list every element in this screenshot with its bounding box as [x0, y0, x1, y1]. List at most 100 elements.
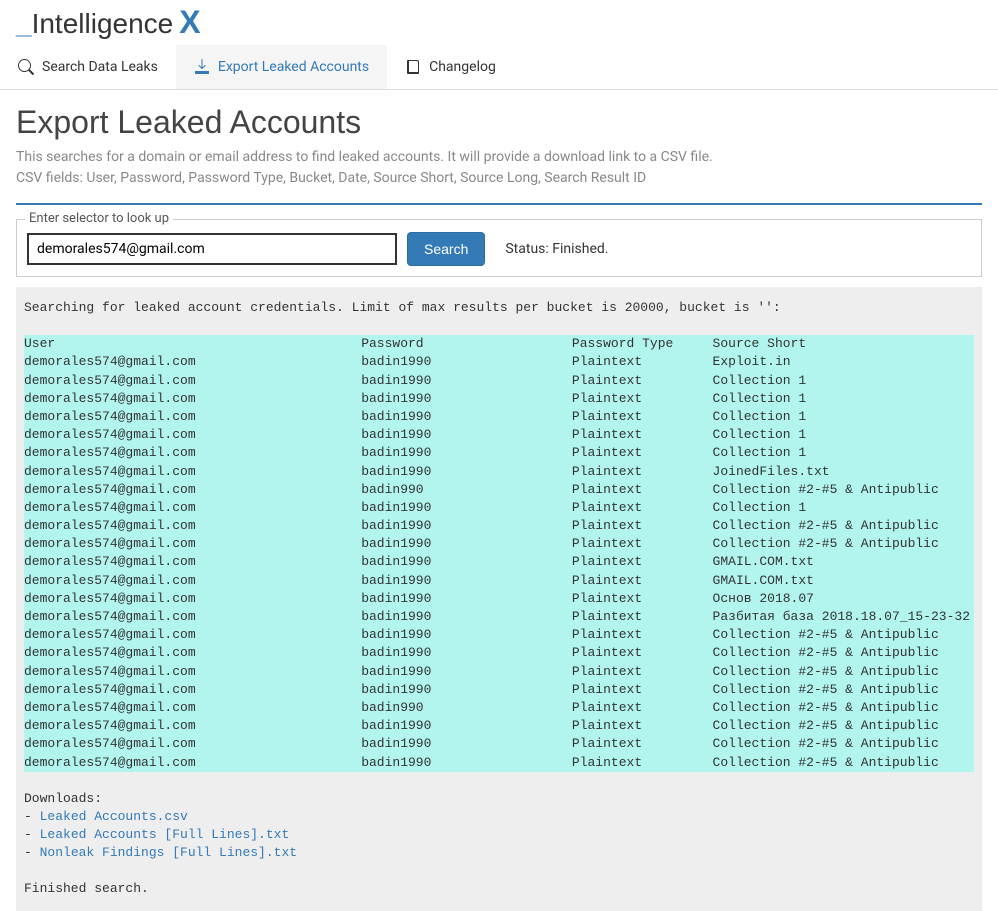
- cell-type: Plaintext: [572, 754, 713, 772]
- cell-source: GMAIL.COM.txt: [713, 572, 974, 590]
- cell-password: badin1990: [361, 735, 572, 753]
- cell-source: JoinedFiles.txt: [713, 463, 974, 481]
- table-row: demorales574@gmail.combadin1990Plaintext…: [24, 353, 974, 371]
- download-link[interactable]: Leaked Accounts.csv: [40, 809, 188, 824]
- cell-password: badin990: [361, 699, 572, 717]
- cell-source: Collection #2-#5 & Antipublic: [713, 535, 974, 553]
- cell-user: demorales574@gmail.com: [24, 717, 361, 735]
- cell-type: Plaintext: [572, 608, 713, 626]
- tab-export-leaked-accounts[interactable]: Export Leaked Accounts: [176, 45, 387, 89]
- cell-user: demorales574@gmail.com: [24, 463, 361, 481]
- cell-password: badin990: [361, 481, 572, 499]
- cell-password: badin1990: [361, 408, 572, 426]
- cell-user: demorales574@gmail.com: [24, 572, 361, 590]
- table-row: demorales574@gmail.combadin1990Plaintext…: [24, 735, 974, 753]
- cell-password: badin1990: [361, 754, 572, 772]
- cell-type: Plaintext: [572, 699, 713, 717]
- cell-source: Collection #2-#5 & Antipublic: [713, 481, 974, 499]
- tab-bar: Search Data Leaks Export Leaked Accounts…: [0, 45, 998, 90]
- cell-user: demorales574@gmail.com: [24, 481, 361, 499]
- tab-changelog[interactable]: Changelog: [387, 45, 514, 89]
- table-row: demorales574@gmail.combadin1990Plaintext…: [24, 572, 974, 590]
- cell-source: Collection #2-#5 & Antipublic: [713, 735, 974, 753]
- cell-user: demorales574@gmail.com: [24, 681, 361, 699]
- table-row: demorales574@gmail.combadin1990Plaintext…: [24, 390, 974, 408]
- cell-password: badin1990: [361, 590, 572, 608]
- tab-label: Search Data Leaks: [42, 59, 158, 75]
- logo-text: Intelligence: [32, 8, 174, 40]
- cell-user: demorales574@gmail.com: [24, 644, 361, 662]
- table-row: demorales574@gmail.combadin1990Plaintext…: [24, 626, 974, 644]
- logo[interactable]: _IntelligenceX: [16, 4, 982, 41]
- cell-source: GMAIL.COM.txt: [713, 553, 974, 571]
- cell-user: demorales574@gmail.com: [24, 517, 361, 535]
- cell-user: demorales574@gmail.com: [24, 590, 361, 608]
- search-icon: [18, 59, 34, 75]
- header-password: Password: [361, 335, 572, 353]
- cell-password: badin1990: [361, 444, 572, 462]
- cell-type: Plaintext: [572, 626, 713, 644]
- cell-type: Plaintext: [572, 499, 713, 517]
- cell-source: Collection 1: [713, 408, 974, 426]
- download-link[interactable]: Leaked Accounts [Full Lines].txt: [40, 827, 290, 842]
- page-subtitle-line2: CSV fields: User, Password, Password Typ…: [16, 168, 982, 189]
- table-row: demorales574@gmail.combadin1990Plaintext…: [24, 553, 974, 571]
- results-panel: Searching for leaked account credentials…: [16, 287, 982, 911]
- table-row: demorales574@gmail.combadin1990Plaintext…: [24, 590, 974, 608]
- cell-user: demorales574@gmail.com: [24, 444, 361, 462]
- cell-source: Exploit.in: [713, 353, 974, 371]
- cell-password: badin1990: [361, 681, 572, 699]
- logo-x: X: [179, 4, 200, 41]
- table-row: demorales574@gmail.combadin1990Plaintext…: [24, 499, 974, 517]
- search-button[interactable]: Search: [407, 232, 485, 266]
- cell-source: Collection #2-#5 & Antipublic: [713, 681, 974, 699]
- cell-password: badin1990: [361, 644, 572, 662]
- cell-source: Collection 1: [713, 444, 974, 462]
- cell-password: badin1990: [361, 717, 572, 735]
- cell-source: Collection #2-#5 & Antipublic: [713, 754, 974, 772]
- table-row: demorales574@gmail.combadin1990Plaintext…: [24, 644, 974, 662]
- cell-user: demorales574@gmail.com: [24, 553, 361, 571]
- table-row: demorales574@gmail.combadin1990Plaintext…: [24, 517, 974, 535]
- search-legend: Enter selector to look up: [25, 211, 173, 226]
- cell-password: badin1990: [361, 626, 572, 644]
- page-title: Export Leaked Accounts: [16, 104, 982, 141]
- cell-type: Plaintext: [572, 663, 713, 681]
- cell-type: Plaintext: [572, 390, 713, 408]
- cell-type: Plaintext: [572, 717, 713, 735]
- cell-source: Collection #2-#5 & Antipublic: [713, 717, 974, 735]
- table-row: demorales574@gmail.combadin1990Plaintext…: [24, 372, 974, 390]
- table-row: demorales574@gmail.combadin1990Plaintext…: [24, 535, 974, 553]
- cell-password: badin1990: [361, 499, 572, 517]
- table-row: demorales574@gmail.combadin1990Plaintext…: [24, 717, 974, 735]
- table-row: demorales574@gmail.combadin1990Plaintext…: [24, 408, 974, 426]
- cell-type: Plaintext: [572, 372, 713, 390]
- downloads-section: Downloads: - Leaked Accounts.csv- Leaked…: [24, 790, 974, 863]
- cell-source: Collection #2-#5 & Antipublic: [713, 626, 974, 644]
- cell-source: Collection #2-#5 & Antipublic: [713, 699, 974, 717]
- cell-type: Plaintext: [572, 681, 713, 699]
- cell-user: demorales574@gmail.com: [24, 426, 361, 444]
- header-source: Source Short: [713, 335, 974, 353]
- cell-password: badin1990: [361, 517, 572, 535]
- download-link[interactable]: Nonleak Findings [Full Lines].txt: [40, 845, 297, 860]
- results-header-row: User Password Password Type Source Short: [24, 335, 974, 353]
- cell-source: Разбитая база 2018.18.07_15-23-32: [713, 608, 974, 626]
- tab-search-data-leaks[interactable]: Search Data Leaks: [0, 45, 176, 89]
- cell-source: Collection #2-#5 & Antipublic: [713, 644, 974, 662]
- table-row: demorales574@gmail.combadin1990Plaintext…: [24, 608, 974, 626]
- cell-password: badin1990: [361, 572, 572, 590]
- table-row: demorales574@gmail.combadin1990Plaintext…: [24, 754, 974, 772]
- table-row: demorales574@gmail.combadin990PlaintextC…: [24, 699, 974, 717]
- selector-input[interactable]: [27, 233, 397, 265]
- cell-password: badin1990: [361, 372, 572, 390]
- cell-password: badin1990: [361, 426, 572, 444]
- table-row: demorales574@gmail.combadin1990Plaintext…: [24, 426, 974, 444]
- table-row: demorales574@gmail.combadin1990Plaintext…: [24, 663, 974, 681]
- book-icon: [405, 59, 421, 75]
- table-row: demorales574@gmail.combadin1990Plaintext…: [24, 681, 974, 699]
- cell-password: badin1990: [361, 553, 572, 571]
- cell-type: Plaintext: [572, 481, 713, 499]
- cell-type: Plaintext: [572, 517, 713, 535]
- results-message: Searching for leaked account credentials…: [24, 299, 974, 317]
